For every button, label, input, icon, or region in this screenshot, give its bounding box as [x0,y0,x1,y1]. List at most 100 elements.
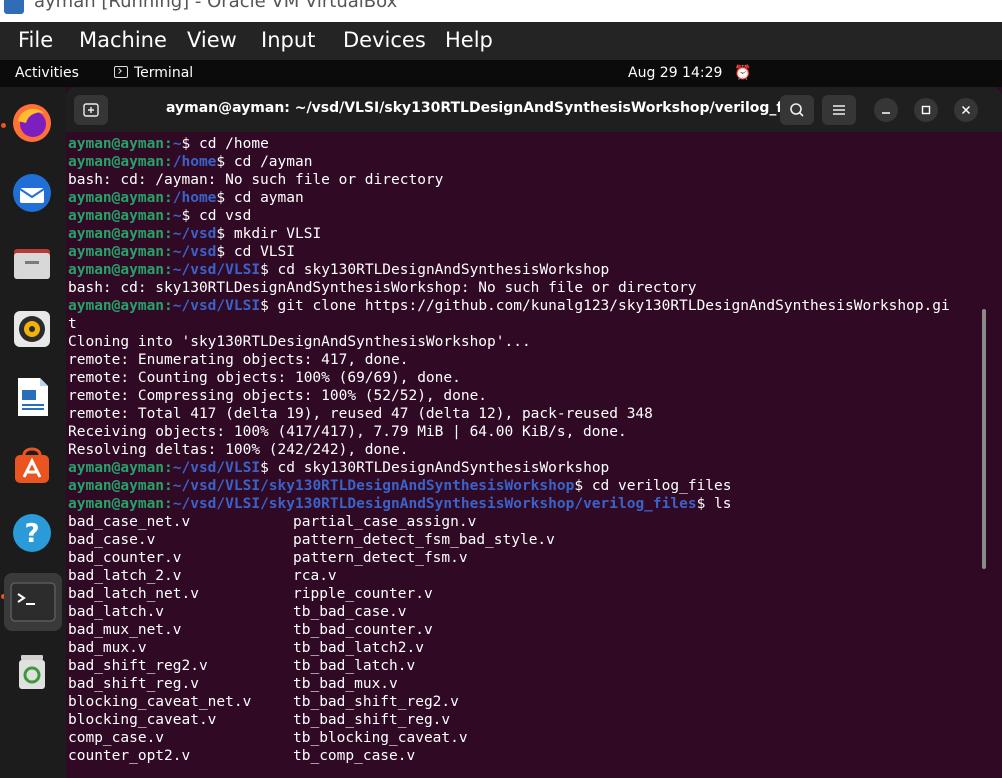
menu-view[interactable]: View [187,28,237,52]
menu-button[interactable] [822,95,856,125]
menu-machine[interactable]: Machine [79,28,167,52]
vbox-titlebar: ayman [Running] - Oracle VM VirtualBox [0,0,1002,22]
alarm-icon[interactable]: ⏰ [734,65,751,81]
output-line: t [68,316,77,332]
menu-file[interactable]: File [18,28,53,52]
activities-button[interactable]: Activities [15,65,79,81]
prompt-line: ayman@ayman:/home$ cd ayman [68,189,980,207]
new-tab-icon [83,103,99,117]
prompt-line: ayman@ayman:/home$ cd /ayman [68,153,980,171]
file-name: blocking_caveat_net.v [68,694,252,710]
gnome-top-bar: Activities Terminal Aug 29 14:29 ⏰ [0,60,1002,87]
minimize-icon [882,112,890,114]
close-icon [961,105,971,115]
prompt-user: ayman@ayman [68,190,165,206]
ls-output-row: bad_latch_2.v rca.v [68,567,980,585]
dock-terminal[interactable] [4,573,62,631]
prompt-separator: : [164,262,173,278]
ls-output-row: bad_latch_net.v ripple_counter.v [68,585,980,603]
prompt-user: ayman@ayman [68,154,165,170]
prompt-line: ayman@ayman:~/vsd$ mkdir VLSI [68,225,980,243]
running-indicator [1,123,6,128]
prompt-separator: : [164,154,173,170]
file-name: ripple_counter.v [293,586,433,602]
prompt-user: ayman@ayman [68,496,165,512]
prompt-symbol: $ [181,208,199,224]
output-line: remote: Counting objects: 100% (69/69), … [68,370,461,386]
dock-trash[interactable] [8,647,56,695]
command-text: cd /ayman [233,154,313,170]
prompt-line: ayman@ayman:~/vsd$ cd VLSI [68,243,980,261]
prompt-path: ~/vsd/VLSI [172,298,261,314]
output-line: Receiving objects: 100% (417/417), 7.79 … [68,424,627,440]
file-name: bad_latch_net.v [68,586,199,602]
file-name: bad_latch.v [68,604,165,620]
files-folder-icon [14,249,50,279]
prompt-symbol: $ [216,226,234,242]
terminal-title: ayman@ayman: ~/vsd/VLSI/sky130RTLDesignA… [166,100,810,116]
file-name: bad_counter.v [68,550,182,566]
virtualbox-icon [4,0,24,14]
vbox-menubar: File Machine View Input Devices Help [0,22,1002,60]
clock[interactable]: Aug 29 14:29 [628,65,722,81]
app-menu[interactable]: Terminal [114,65,193,81]
prompt-user: ayman@ayman [68,478,165,494]
file-name: rca.v [293,568,337,584]
prompt-symbol: $ [216,244,234,260]
maximize-button[interactable] [914,98,938,122]
dock-firefox[interactable] [8,99,56,147]
prompt-path: ~/vsd/VLSI [172,460,261,476]
prompt-path: ~ [172,208,182,224]
app-center-icon [15,447,49,483]
prompt-path: ~/vsd [172,226,217,242]
file-name: comp_case.v [68,730,165,746]
file-name: bad_shift_reg.v [68,676,199,692]
ls-output-row: bad_latch.v tb_bad_case.v [68,603,980,621]
dock-writer[interactable] [8,373,56,421]
dock-app-center[interactable] [8,441,56,489]
minimize-button[interactable] [874,98,898,122]
ls-output-row: bad_counter.v pattern_detect_fsm.v [68,549,980,567]
file-name: tb_bad_latch.v [293,658,416,674]
dock-help[interactable]: ? [8,509,56,557]
prompt-path: ~/vsd/VLSI/sky130RTLDesignAndSynthesisWo… [172,496,697,512]
command-text: ls [714,496,732,512]
ls-output-row: counter_opt2.v tb_comp_case.v [68,747,980,765]
prompt-user: ayman@ayman [68,226,165,242]
menu-help[interactable]: Help [445,28,493,52]
dock-thunderbird[interactable] [8,169,56,217]
output-line: bash: cd: /ayman: No such file or direct… [68,172,444,188]
output-line: bash: cd: sky130RTLDesignAndSynthesisWor… [68,280,697,296]
file-name: tb_bad_counter.v [293,622,433,638]
file-name: tb_bad_shift_reg2.v [293,694,459,710]
output-line: remote: Compressing objects: 100% (52/52… [68,388,488,404]
prompt-user: ayman@ayman [68,208,165,224]
command-text: cd /home [198,136,269,152]
menu-input[interactable]: Input [261,28,315,52]
dock: ? [0,87,66,778]
prompt-path: ~/vsd/VLSI/sky130RTLDesignAndSynthesisWo… [172,478,575,494]
prompt-separator: : [164,136,173,152]
close-button[interactable] [954,98,978,122]
menu-devices[interactable]: Devices [343,28,426,52]
file-name: tb_bad_shift_reg.v [293,712,451,728]
trash-icon [19,655,45,689]
ls-output-row: bad_mux.v tb_bad_latch2.v [68,639,980,657]
dock-files[interactable] [8,239,56,287]
prompt-user: ayman@ayman [68,244,165,260]
ls-output-row: blocking_caveat.v tb_bad_shift_reg.v [68,711,980,729]
terminal-scrollbar[interactable] [982,309,986,569]
file-name: bad_case.v [68,532,156,548]
terminal-window[interactable]: ayman@ayman: ~/vsd/VLSI/sky130RTLDesignA… [66,87,1002,778]
terminal-output[interactable]: ayman@ayman:~$ cd /home ayman@ayman:/home… [68,135,980,778]
prompt-separator: : [164,226,173,242]
prompt-user: ayman@ayman [68,460,165,476]
prompt-path: ~ [172,136,182,152]
output-line: remote: Enumerating objects: 417, done. [68,352,409,368]
dock-rhythmbox[interactable] [8,305,56,353]
prompt-separator: : [164,244,173,260]
search-button[interactable] [780,95,814,125]
prompt-symbol: $ [574,478,592,494]
new-tab-button[interactable] [74,95,108,125]
command-text: cd verilog_files [591,478,732,494]
